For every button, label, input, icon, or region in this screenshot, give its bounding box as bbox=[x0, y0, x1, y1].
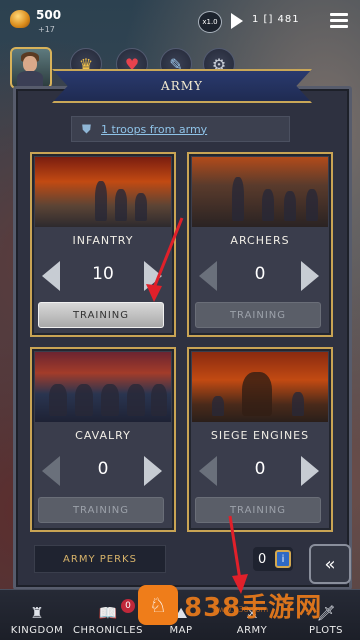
training-button-siege-engines[interactable]: TRAINING bbox=[195, 497, 321, 523]
gold-amount: 500 bbox=[36, 8, 62, 22]
gold-coin-icon bbox=[10, 10, 30, 28]
gold-income: +17 bbox=[38, 25, 55, 34]
increase-arrow-icon[interactable] bbox=[142, 261, 164, 291]
unit-card-cavalry: CAVALRY 0 TRAINING bbox=[30, 347, 176, 532]
unit-count: 0 bbox=[254, 459, 266, 479]
unit-name: ARCHERS bbox=[230, 234, 290, 247]
unit-name: INFANTRY bbox=[72, 234, 134, 247]
watermark-url: www.838.com bbox=[212, 605, 269, 614]
training-button-archers[interactable]: TRAINING bbox=[195, 302, 321, 328]
nav-label: KINGDOM bbox=[10, 625, 64, 636]
castle-icon: ♜ bbox=[30, 604, 44, 622]
cavalry-image bbox=[35, 352, 171, 422]
decrease-arrow-icon[interactable] bbox=[197, 456, 219, 486]
army-perks-button[interactable]: ARMY PERKS bbox=[34, 545, 166, 573]
unit-count: 0 bbox=[97, 459, 109, 479]
back-button[interactable]: « bbox=[309, 544, 351, 584]
archers-image bbox=[192, 157, 328, 227]
troops-icon: ⛊ bbox=[82, 121, 92, 136]
decrease-arrow-icon[interactable] bbox=[40, 456, 62, 486]
play-icon[interactable] bbox=[231, 13, 243, 29]
unit-name: SIEGE ENGINES bbox=[210, 429, 310, 442]
nav-label: CHRONICLES bbox=[73, 625, 143, 636]
troops-from-army-bar[interactable]: ⛊ 1 troops from army bbox=[71, 116, 290, 142]
game-speed-button[interactable]: x1.0 bbox=[198, 11, 222, 33]
increase-arrow-icon[interactable] bbox=[299, 261, 321, 291]
ruler-avatar[interactable] bbox=[10, 47, 52, 89]
nav-chronicles[interactable]: 📖 CHRONICLES bbox=[72, 590, 144, 640]
panel-title: ARMY bbox=[161, 79, 203, 93]
unit-card-siege-engines: SIEGE ENGINES 0 TRAINING bbox=[187, 347, 333, 532]
increase-arrow-icon[interactable] bbox=[142, 456, 164, 486]
decrease-arrow-icon[interactable] bbox=[197, 261, 219, 291]
perk-points-value: 0 bbox=[258, 551, 267, 567]
decrease-arrow-icon[interactable] bbox=[40, 261, 62, 291]
training-button-infantry[interactable]: TRAINING bbox=[38, 302, 164, 328]
unit-count: 10 bbox=[92, 264, 114, 284]
infantry-image bbox=[35, 157, 171, 227]
perk-points[interactable]: 0 i bbox=[253, 547, 293, 571]
troops-from-army-link[interactable]: 1 troops from army bbox=[101, 123, 207, 136]
unit-name: CAVALRY bbox=[75, 429, 131, 442]
perk-info-icon: i bbox=[275, 550, 291, 568]
top-bar: 500 +17 x1.0 1 [] 481 bbox=[0, 0, 360, 44]
nav-kingdom[interactable]: ♜ KINGDOM bbox=[8, 590, 66, 640]
increase-arrow-icon[interactable] bbox=[299, 456, 321, 486]
training-button-cavalry[interactable]: TRAINING bbox=[38, 497, 164, 523]
panel-title-banner: ARMY bbox=[52, 69, 312, 103]
unit-card-infantry: INFANTRY 10 TRAINING bbox=[30, 152, 176, 337]
hamburger-menu-icon[interactable] bbox=[330, 13, 348, 29]
game-date: 1 [] 481 bbox=[252, 14, 300, 25]
unit-count: 0 bbox=[254, 264, 266, 284]
chronicles-badge: 0 bbox=[121, 599, 135, 613]
siege-engines-image bbox=[192, 352, 328, 422]
unit-card-archers: ARCHERS 0 TRAINING bbox=[187, 152, 333, 337]
watermark-logo-icon: ♘ bbox=[138, 585, 178, 625]
book-icon: 📖 bbox=[98, 604, 118, 622]
